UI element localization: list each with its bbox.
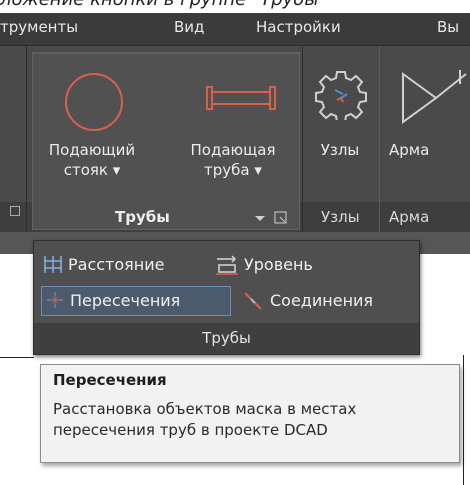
level-button[interactable]: Уровень bbox=[214, 253, 313, 275]
distance-button[interactable]: Расстояние bbox=[42, 253, 164, 275]
nodes-gear-icon bbox=[315, 71, 367, 120]
connections-button[interactable]: Соединения bbox=[242, 289, 373, 311]
panel-pipes-controls bbox=[255, 211, 287, 224]
menu-view[interactable]: Вид bbox=[174, 18, 204, 36]
page-caption: ложение кнопки в группе "Трубы" bbox=[0, 0, 470, 13]
menu-tools[interactable]: трументы bbox=[0, 18, 78, 36]
distance-label: Расстояние bbox=[68, 254, 165, 274]
intersections-icon bbox=[47, 292, 63, 308]
distance-icon bbox=[44, 256, 62, 273]
tooltip-line-1: Расстановка объектов маска в местах bbox=[53, 400, 357, 418]
dropdown-panel-title: Трубы bbox=[34, 323, 419, 354]
fittings-button[interactable]: Арма bbox=[389, 140, 470, 160]
supply-pipe-icon bbox=[206, 86, 276, 110]
level-label: Уровень bbox=[244, 254, 313, 274]
vertical-divider bbox=[463, 355, 464, 485]
panel-expand-icon bbox=[255, 216, 265, 221]
supply-riser-label-2: стояк ▾ bbox=[63, 161, 121, 179]
level-icon bbox=[216, 255, 238, 275]
left-panel-fragment bbox=[0, 46, 27, 232]
connections-label: Соединения bbox=[270, 290, 374, 310]
panel-fittings-title: Арма bbox=[389, 208, 430, 226]
intersections-label: Пересечения bbox=[70, 290, 181, 310]
supply-riser-label-1: Подающий bbox=[48, 141, 136, 159]
supply-riser-icon bbox=[65, 73, 123, 131]
menu-bar: трументы Вид Настройки Вы bbox=[0, 13, 470, 46]
supply-pipe-button[interactable]: Подающая труба ▾ bbox=[178, 140, 288, 180]
supply-pipe-label-2: труба ▾ bbox=[204, 161, 262, 179]
supply-pipe-label-1: Подающая bbox=[190, 141, 276, 159]
pipes-dropdown-panel: Расстояние Уровень Пересечения Соединени… bbox=[33, 240, 420, 355]
tooltip-line-2: пересечения труб в проекте DCAD bbox=[53, 421, 328, 439]
fittings-valve-icon bbox=[402, 70, 467, 124]
nodes-button[interactable]: Узлы bbox=[310, 140, 370, 160]
divider-line bbox=[0, 357, 34, 358]
supply-riser-button[interactable]: Подающий стояк ▾ bbox=[42, 140, 142, 180]
tooltip-description: Расстановка объектов маска в местах пере… bbox=[53, 399, 447, 441]
menu-output[interactable]: Вы bbox=[437, 18, 459, 36]
menu-settings[interactable]: Настройки bbox=[256, 18, 341, 36]
tooltip-title: Пересечения bbox=[53, 371, 167, 389]
panel-pipes-title: Трубы bbox=[115, 208, 170, 226]
panel-nodes-title: Узлы bbox=[321, 208, 360, 226]
panel-launcher-icon[interactable] bbox=[10, 206, 20, 216]
connections-icon bbox=[244, 292, 262, 310]
tooltip: Пересечения Расстановка объектов маска в… bbox=[40, 364, 460, 463]
intersections-button[interactable]: Пересечения bbox=[44, 289, 180, 311]
